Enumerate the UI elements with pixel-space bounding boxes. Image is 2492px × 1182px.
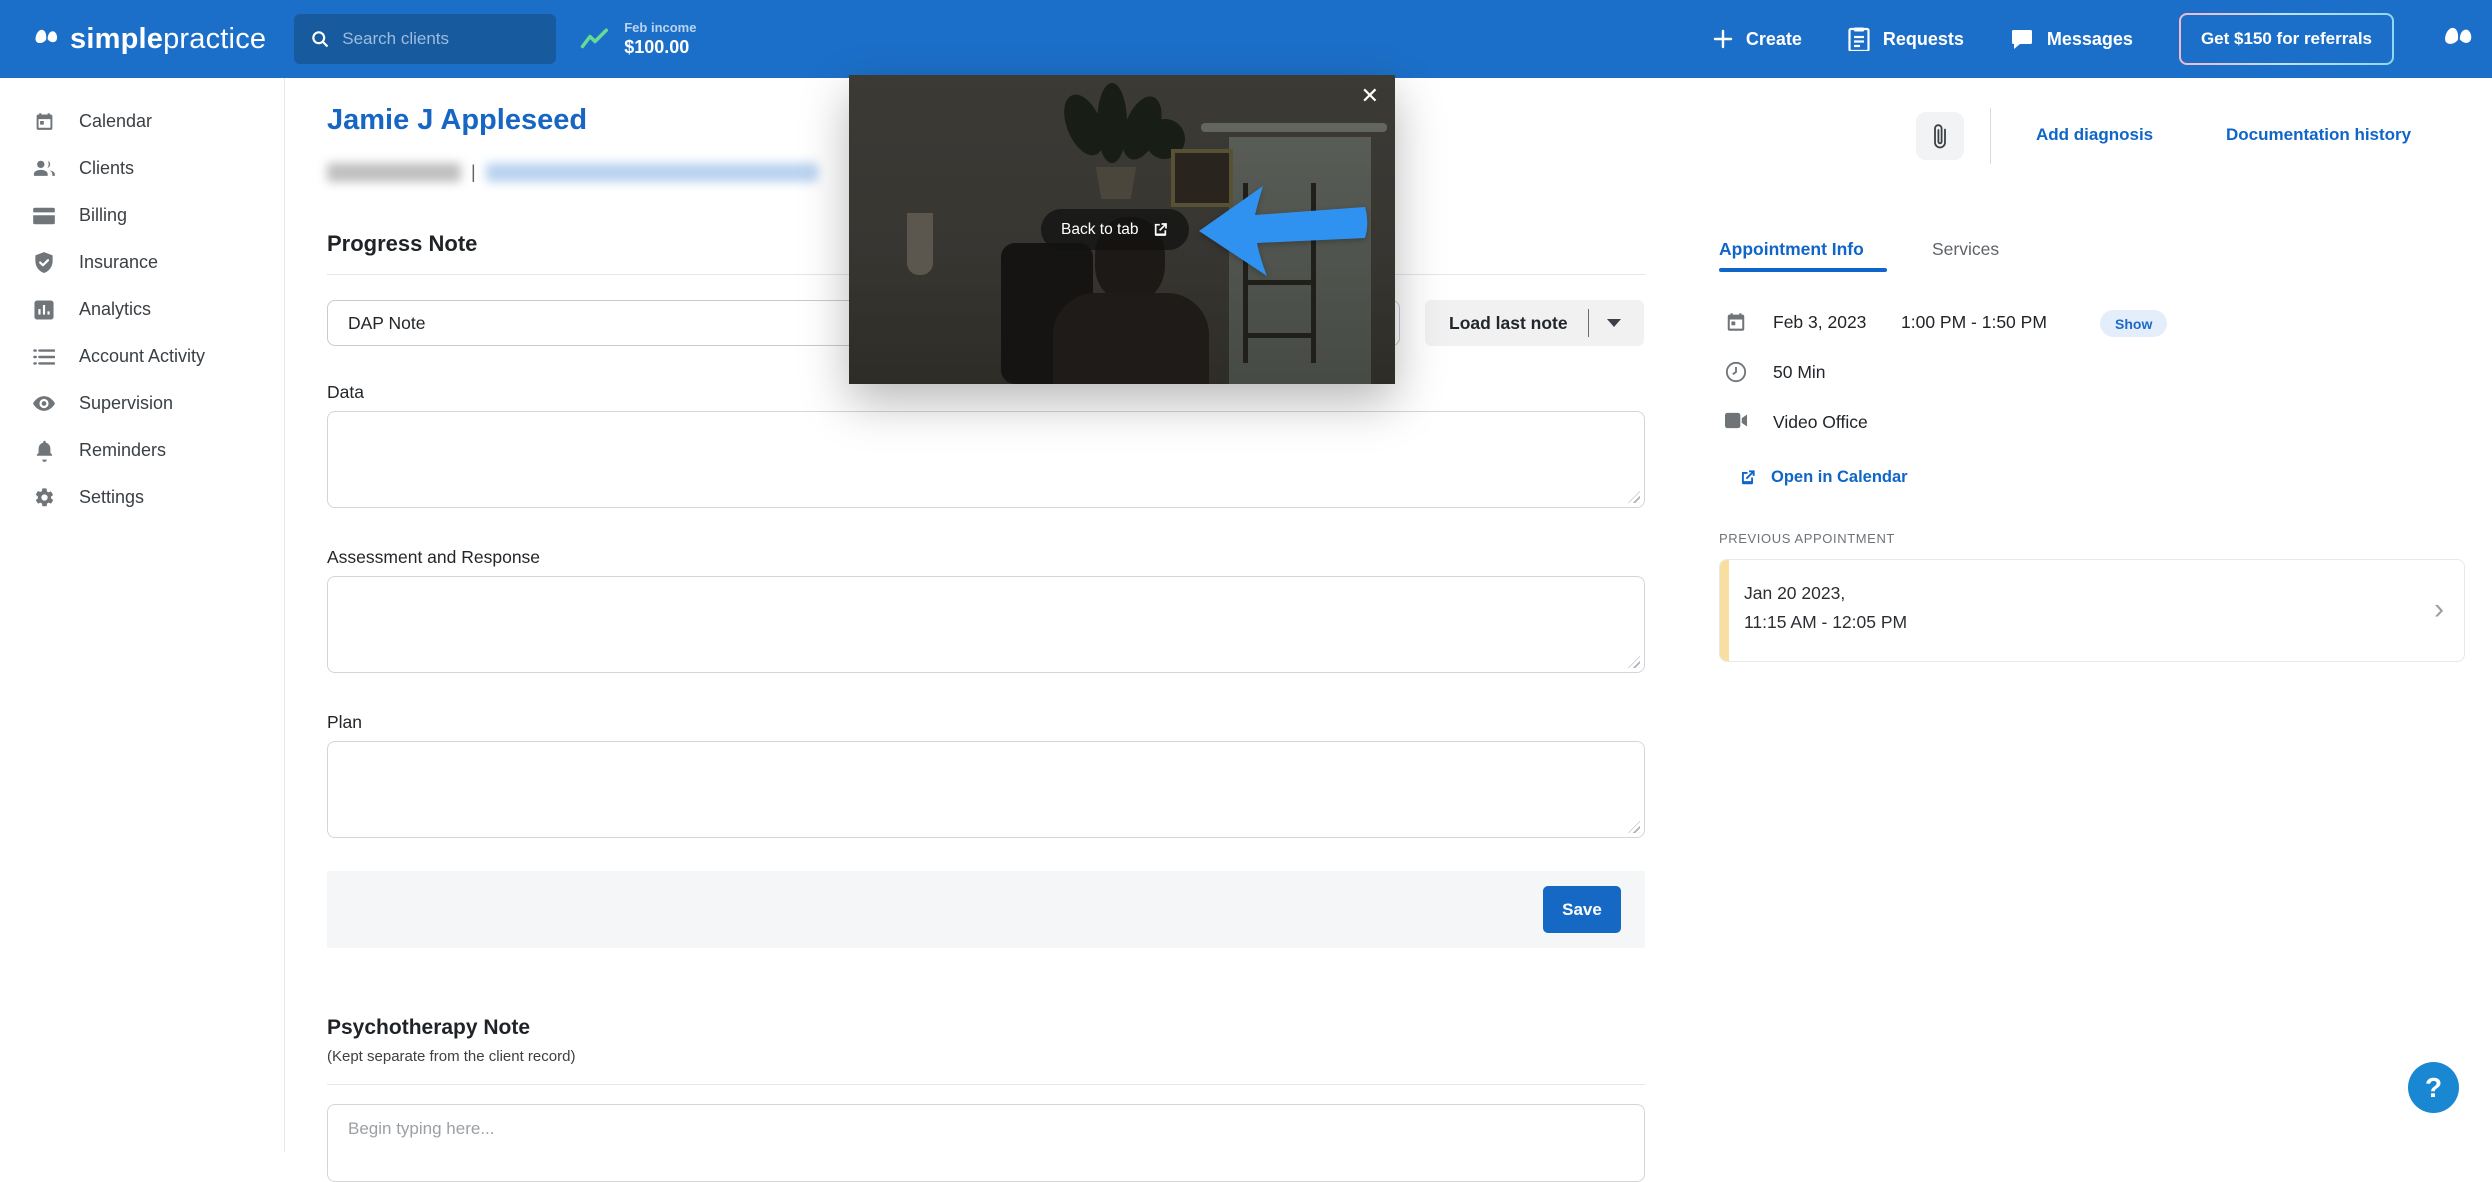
clock-icon (1725, 361, 1747, 383)
top-navbar: simplepractice Feb income $100.00 Create (0, 0, 2492, 78)
sidebar-item-settings[interactable]: Settings (0, 474, 284, 521)
save-footer-bar: Save (327, 871, 1645, 948)
back-to-tab-button[interactable]: Back to tab (1041, 209, 1189, 250)
billing-card-icon (33, 207, 55, 225)
settings-gear-icon (33, 487, 55, 508)
left-sidebar: Calendar Clients Billing Insurance Analy… (0, 78, 285, 1152)
create-button[interactable]: Create (1713, 29, 1802, 50)
arrow-annotation (1197, 183, 1369, 279)
data-textarea[interactable] (327, 411, 1645, 508)
plan-field-wrap (327, 741, 1645, 838)
data-field-label: Data (327, 382, 364, 402)
navbar-actions: Create Requests Messages Get $150 for re… (1713, 13, 2478, 65)
sidebar-item-reminders[interactable]: Reminders (0, 427, 284, 474)
question-mark-icon: ? (2424, 1071, 2443, 1103)
income-value: $100.00 (624, 37, 690, 57)
previous-appointment-heading: PREVIOUS APPOINTMENT (1719, 531, 1895, 546)
actions-divider (1990, 108, 1991, 164)
plan-textarea[interactable] (327, 741, 1645, 838)
brand-name: simplepractice (70, 22, 267, 55)
chevron-right-icon: › (2434, 592, 2444, 626)
reminders-bell-icon (33, 440, 55, 462)
plus-icon (1713, 29, 1733, 49)
requests-button[interactable]: Requests (1848, 27, 1964, 51)
sidebar-item-analytics[interactable]: Analytics (0, 286, 284, 333)
income-summary[interactable]: Feb income $100.00 (580, 20, 696, 58)
income-label: Feb income (624, 20, 697, 35)
sidebar-item-supervision[interactable]: Supervision (0, 380, 284, 427)
assessment-textarea[interactable] (327, 576, 1645, 673)
sidebar-item-insurance[interactable]: Insurance (0, 239, 284, 286)
trend-up-icon (580, 27, 610, 51)
tab-services[interactable]: Services (1932, 239, 1999, 260)
messages-bubble-icon (2010, 27, 2034, 51)
requests-clipboard-icon (1848, 27, 1870, 51)
data-field-wrap (327, 411, 1645, 508)
sidebar-item-calendar[interactable]: Calendar (0, 98, 284, 145)
account-activity-list-icon (33, 348, 55, 366)
client-meta-redacted: | (327, 160, 818, 184)
back-to-tab-external-icon (1152, 221, 1169, 238)
insurance-shield-icon (33, 251, 55, 274)
assessment-field-wrap (327, 576, 1645, 673)
brand-logo[interactable]: simplepractice (32, 23, 266, 56)
client-search[interactable] (294, 14, 564, 64)
paperclip-icon (1933, 123, 1947, 149)
redacted-text-block (327, 162, 461, 182)
tab-appointment-info[interactable]: Appointment Info (1719, 239, 1864, 260)
butterfly-icon[interactable] (2440, 22, 2478, 56)
appointment-time: 1:00 PM - 1:50 PM (1901, 312, 2047, 332)
close-icon[interactable]: ✕ (1361, 85, 1379, 107)
calendar-small-icon (1725, 311, 1747, 333)
search-input[interactable] (342, 29, 564, 49)
status-stripe (1720, 560, 1729, 661)
client-name-link[interactable]: Jamie J Appleseed (327, 104, 587, 137)
calendar-icon (33, 111, 55, 132)
previous-appointment-time: 11:15 AM - 12:05 PM (1744, 612, 1908, 632)
sidebar-item-clients[interactable]: Clients (0, 145, 284, 192)
appointment-date: Feb 3, 2023 (1773, 312, 1867, 332)
plan-field-label: Plan (327, 712, 363, 732)
psychotherapy-note-subtitle: (Kept separate from the client record) (327, 1048, 576, 1065)
appointment-location: Video Office (1773, 412, 1868, 432)
save-button[interactable]: Save (1543, 886, 1621, 933)
sidebar-item-billing[interactable]: Billing (0, 192, 284, 239)
referral-button[interactable]: Get $150 for referrals (2179, 13, 2394, 65)
messages-button[interactable]: Messages (2010, 27, 2133, 51)
redacted-link-block (485, 162, 818, 182)
active-tab-underline (1719, 268, 1887, 272)
analytics-chart-icon (33, 299, 55, 320)
sidebar-item-account-activity[interactable]: Account Activity (0, 333, 284, 380)
show-badge[interactable]: Show (2100, 310, 2168, 337)
previous-appointment-date: Jan 20 2023, (1744, 583, 1846, 603)
butterfly-logo-icon (32, 25, 62, 53)
psychotherapy-note-title: Psychotherapy Note (327, 1016, 531, 1039)
video-camera-icon (1725, 412, 1748, 429)
attachment-button[interactable] (1916, 112, 1964, 160)
assessment-field-label: Assessment and Response (327, 547, 541, 567)
load-last-note-button[interactable]: Load last note (1425, 300, 1644, 346)
add-diagnosis-link[interactable]: Add diagnosis (2036, 125, 2153, 145)
section-divider (327, 1084, 1645, 1085)
psychotherapy-note-input[interactable] (327, 1104, 1645, 1182)
previous-appointment-card[interactable]: Jan 20 2023, 11:15 AM - 12:05 PM › (1719, 559, 2465, 662)
search-icon (310, 29, 330, 49)
caret-down-icon (1606, 319, 1621, 327)
open-in-calendar-link[interactable]: Open in Calendar (1738, 468, 1908, 487)
supervision-eye-icon (33, 395, 55, 412)
external-link-icon (1738, 468, 1757, 487)
progress-note-title: Progress Note (327, 231, 478, 256)
documentation-history-link[interactable]: Documentation history (2226, 125, 2411, 145)
help-button[interactable]: ? (2408, 1062, 2459, 1113)
clients-icon (33, 158, 55, 179)
appointment-duration: 50 Min (1773, 362, 1826, 382)
video-pip-window[interactable]: ✕ Back to tab (849, 75, 1395, 384)
